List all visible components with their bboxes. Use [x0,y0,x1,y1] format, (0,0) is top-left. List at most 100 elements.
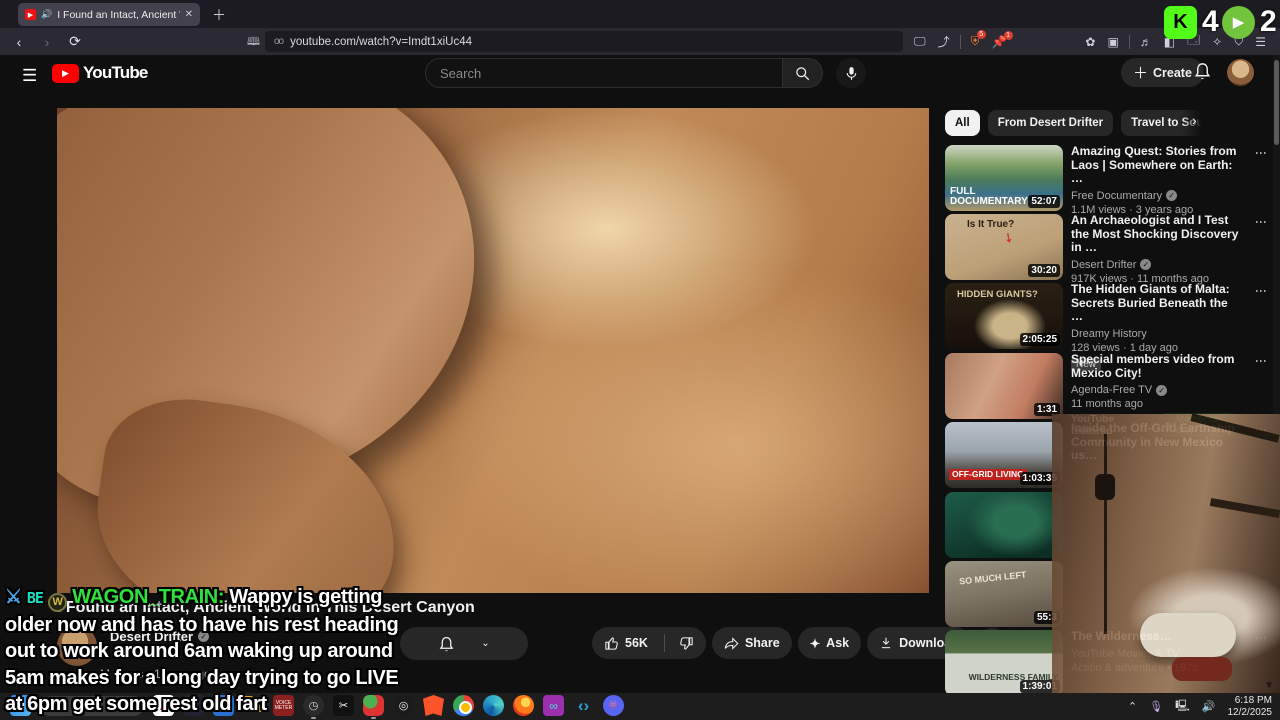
play-viewer-counter: ▶ 2 [1222,4,1277,40]
vscode-icon[interactable]: ‹› [573,695,594,716]
play-count: 2 [1260,5,1277,38]
video-player[interactable] [57,108,929,593]
tab-audio-icon[interactable]: 🔊 [41,9,52,20]
firefox-icon[interactable] [513,695,534,716]
search-input[interactable]: Search [425,58,783,88]
thumbnail[interactable]: WILDERNESS FAMILY 1:39:01 [945,630,1063,696]
site-permissions-icon[interactable]: oo [274,36,284,47]
related-video-4[interactable]: 1:31 Special members video from Mexico C… [945,352,1270,437]
bell-icon [1194,63,1211,80]
ask-button[interactable]: ✦ Ask [797,627,862,659]
webcam-overlay: ▼ [1052,413,1280,695]
sparkle-icon: ✦ [809,636,821,651]
duration-badge: 30:20 [1028,264,1060,277]
tab-close-icon[interactable]: ✕ [185,9,193,20]
container-icon[interactable]: ▣ [1107,35,1118,49]
new-tab-button[interactable]: ＋ [212,5,226,25]
pin-extension-icon[interactable]: 📌 1 [992,30,1013,49]
caret-down-icon: ▼ [1264,680,1274,691]
browser-tab[interactable]: ▶ 🔊 I Found an Intact, Ancient Wo ✕ [18,3,200,26]
account-avatar[interactable] [1227,59,1254,86]
thumbnail[interactable]: 1:31 [945,353,1063,419]
share-button[interactable]: Share [711,627,792,659]
mic-icon [846,66,856,80]
create-button[interactable]: ＋ Create [1121,58,1204,87]
thumbnail[interactable] [945,492,1063,558]
microphone-boom-icon [1095,474,1115,500]
share-page-icon[interactable]: ⤴ [938,33,950,50]
search-button[interactable] [783,58,823,88]
bookmarks-icon[interactable]: 🕮 [247,33,260,52]
kebab-menu-icon[interactable]: ⋮ [1254,147,1268,159]
thumbnail[interactable]: OFF-GRID LIVING 1:03:35 [945,422,1063,488]
kebab-menu-icon[interactable]: ⋮ [1254,216,1268,228]
verified-icon: ✓ [1156,384,1168,396]
kebab-menu-icon[interactable]: ⋮ [1254,285,1268,297]
like-dislike-pill: 56K [592,627,706,659]
browser-tab-bar: ▶ 🔊 I Found an Intact, Ancient Wo ✕ ＋ [0,0,1280,28]
guide-hamburger-icon[interactable]: ☰ [22,66,37,86]
system-tray: ⌃ 🎙 🖳 🔊 6:18 PM 12/2/2025 [1128,693,1272,720]
youtube-logo[interactable]: ▶ YouTube [52,63,148,83]
thumbnail[interactable]: HIDDEN GIANTS? 2:05:25 [945,283,1063,349]
filter-chips: All From Desert Drifter Travel to Southw… [945,110,1207,137]
duration-badge: 2:05:25 [1019,333,1060,346]
tray-mic-icon[interactable]: 🎙 [1149,700,1163,713]
arduino-icon[interactable]: ∞ [543,695,564,716]
related-video-1[interactable]: FULL DOCUMENTARY 52:07 Amazing Quest: Sto… [945,144,1270,216]
brave-browser-icon[interactable] [423,695,444,716]
notifications-button[interactable] [1193,61,1212,81]
like-count: 56K [625,636,648,650]
thumbnail[interactable]: Is It True? ➘ 30:20 [945,214,1063,280]
like-button[interactable]: 56K [592,636,658,651]
related-video-2[interactable]: Is It True? ➘ 30:20 An Archaeologist and … [945,213,1270,285]
voice-search-button[interactable] [836,58,866,88]
chat-username: WAGON_TRAIN: [72,586,225,608]
thumbnail[interactable]: SO MUCH LEFT 55:3 [945,561,1063,627]
thumbnail[interactable]: FULL DOCUMENTARY 52:07 [945,145,1063,211]
taskbar-clock[interactable]: 6:18 PM 12/2/2025 [1228,695,1273,718]
pip-icon[interactable]: 🖵 [914,34,926,49]
verified-icon: ✓ [1140,259,1152,270]
tray-chevron-icon[interactable]: ⌃ [1128,700,1137,713]
url-bar[interactable]: oo youtube.com/watch?v=Imdt1xiUc44 [265,31,903,52]
music-icon[interactable]: ♬ [1140,35,1152,49]
bell-icon [439,636,454,651]
crossed-swords-icon: ⚔ [5,587,22,608]
plus-icon: ＋ [1133,65,1149,82]
chip-all[interactable]: All [945,110,980,136]
related-video-3[interactable]: HIDDEN GIANTS? 2:05:25 The Hidden Giants… [945,282,1270,371]
chat-caption-overlay: ⚔ BE W WAGON_TRAIN: Wappy is getting old… [5,586,399,716]
forward-icon[interactable]: › [38,34,56,50]
chevron-down-icon: ⌄ [481,638,490,649]
url-text[interactable]: youtube.com/watch?v=Imdt1xiUc44 [290,36,472,48]
shield-extension-icon[interactable]: ⛨ 5 [971,30,986,49]
chip-from-channel[interactable]: From Desert Drifter [987,110,1114,136]
kebab-menu-icon[interactable]: ⋮ [1254,355,1268,367]
chrome-icon[interactable] [453,695,474,716]
volume-icon[interactable]: 🔊 [1202,700,1216,713]
extensions-icon[interactable]: ✿ [1085,35,1095,49]
thumb-up-icon [605,636,618,650]
back-icon[interactable]: ‹ [10,34,28,50]
dislike-button[interactable] [671,636,706,651]
chips-next-icon[interactable]: › [1192,112,1197,128]
toolbar-page-actions: 🖵 ⤴ ⛨ 5 📌 1 [908,28,1013,55]
kick-icon: K [1164,5,1197,39]
youtube-play-icon: ▶ [52,63,79,83]
download-icon [882,637,891,649]
youtube-favicon-icon: ▶ [25,9,36,20]
thumb-down-icon [680,636,693,650]
subscribed-button[interactable]: ⌄ [400,627,528,660]
edge-icon[interactable] [483,695,504,716]
tab-title: I Found an Intact, Ancient Wo [57,8,179,21]
chat-badge-icon: BE [26,589,44,607]
duration-badge: 52:07 [1028,195,1060,208]
network-icon[interactable]: 🖳 [1175,697,1190,716]
search-icon [796,66,810,80]
reload-icon[interactable]: ⟳ [66,33,84,50]
share-icon [724,636,739,650]
kick-count: 4 [1202,5,1219,38]
verified-icon: ✓ [1166,190,1178,201]
discord-icon[interactable]: 👾 [603,695,624,716]
